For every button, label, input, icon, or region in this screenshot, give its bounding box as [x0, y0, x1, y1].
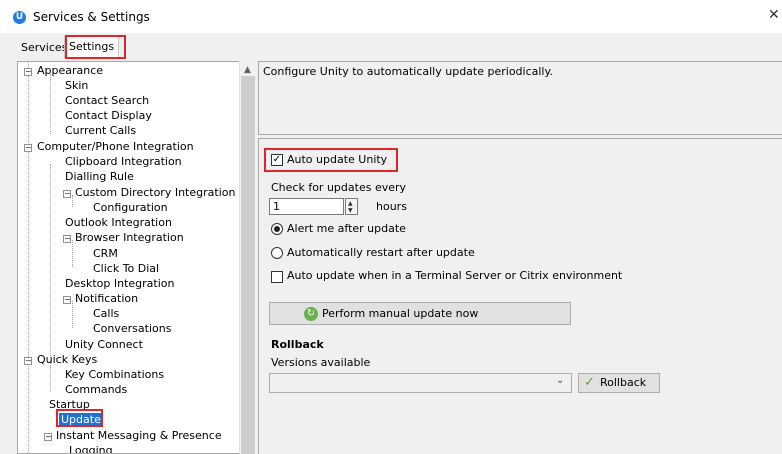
description-text: Configure Unity to automatically update … — [263, 65, 553, 78]
tree-item-conversations[interactable]: Conversations — [93, 322, 171, 336]
collapse-toggle-icon[interactable]: − — [44, 433, 52, 441]
terminal-checkbox[interactable] — [271, 271, 283, 283]
interval-stepper[interactable]: ▲ ▼ — [345, 198, 358, 215]
versions-label: Versions available — [271, 356, 371, 369]
tree-item-current-calls[interactable]: Current Calls — [65, 124, 136, 138]
tree-item-skin[interactable]: Skin — [65, 79, 88, 93]
scroll-up-icon[interactable]: ▲ — [244, 65, 251, 75]
tab-strip: Services Settings — [0, 33, 782, 60]
refresh-icon: ↻ — [304, 307, 318, 321]
tree-item-startup[interactable]: Startup — [49, 398, 90, 412]
stepper-up-icon[interactable]: ▲ — [348, 200, 353, 207]
title-bar: U Services & Settings ✕ — [0, 0, 782, 33]
tree-item-commands[interactable]: Commands — [65, 383, 127, 397]
tree-item-configuration[interactable]: Configuration — [93, 201, 168, 215]
tree-item-desktop-integration[interactable]: Desktop Integration — [65, 277, 174, 291]
close-button[interactable]: ✕ — [768, 7, 780, 23]
settings-tree: − Appearance Skin Contact Search Contact… — [17, 61, 256, 454]
tree-item-browser-integration[interactable]: Browser Integration — [75, 231, 184, 245]
tree-connector — [28, 62, 29, 453]
collapse-toggle-icon[interactable]: − — [24, 357, 32, 365]
chevron-down-icon[interactable]: ⌄ — [556, 375, 564, 386]
tree-connector — [72, 240, 73, 267]
tree-item-key-combinations[interactable]: Key Combinations — [65, 368, 164, 382]
terminal-label: Auto update when in a Terminal Server or… — [287, 269, 623, 282]
tree-item-click-to-dial[interactable]: Click To Dial — [93, 262, 159, 276]
tree-item-dialling-rule[interactable]: Dialling Rule — [65, 170, 134, 184]
tree-item-calls[interactable]: Calls — [93, 307, 119, 321]
tree-item-clipboard-integration[interactable]: Clipboard Integration — [65, 155, 182, 169]
tree-connector — [50, 74, 51, 134]
auto-update-label: Auto update Unity — [287, 153, 388, 166]
tab-settings[interactable]: Settings — [64, 36, 120, 59]
manual-update-label: Perform manual update now — [322, 307, 479, 320]
unity-logo-icon: U — [13, 11, 26, 24]
scroll-thumb[interactable] — [241, 76, 255, 454]
tree-item-computer-phone-integration[interactable]: Computer/Phone Integration — [37, 140, 194, 154]
rollback-heading: Rollback — [271, 338, 324, 351]
tree-item-update[interactable]: Update — [59, 413, 103, 427]
alert-label: Alert me after update — [287, 222, 406, 235]
versions-select[interactable] — [269, 373, 572, 393]
interval-input[interactable]: 1 — [269, 198, 344, 215]
tree-item-custom-directory-integration[interactable]: Custom Directory Integration — [75, 186, 235, 200]
collapse-toggle-icon[interactable]: − — [63, 235, 71, 243]
tree-item-logging[interactable]: Logging — [69, 444, 113, 453]
interval-unit-label: hours — [376, 200, 407, 213]
check-icon: ✓ — [584, 375, 595, 390]
check-interval-label: Check for updates every — [271, 181, 407, 194]
rollback-button-label: Rollback — [600, 376, 647, 389]
auto-update-checkbox[interactable]: ✓ — [271, 154, 283, 166]
stepper-down-icon[interactable]: ▼ — [348, 207, 353, 214]
description-pane: Configure Unity to automatically update … — [258, 61, 782, 135]
tree-item-unity-connect[interactable]: Unity Connect — [65, 338, 143, 352]
collapse-toggle-icon[interactable]: − — [63, 190, 71, 198]
tree-item-crm[interactable]: CRM — [93, 247, 118, 261]
restart-radio[interactable] — [271, 247, 283, 259]
tree-connector — [72, 195, 73, 207]
tree-connector — [50, 164, 51, 356]
tree-item-outlook-integration[interactable]: Outlook Integration — [65, 216, 172, 230]
tree-item-contact-display[interactable]: Contact Display — [65, 109, 152, 123]
tree-item-instant-messaging-presence[interactable]: Instant Messaging & Presence — [56, 429, 222, 443]
window-title: Services & Settings — [33, 10, 150, 24]
tree-item-quick-keys[interactable]: Quick Keys — [37, 353, 97, 367]
collapse-toggle-icon[interactable]: − — [63, 296, 71, 304]
tree-item-notification[interactable]: Notification — [75, 292, 138, 306]
tree-connector — [72, 301, 73, 328]
tree-item-appearance[interactable]: Appearance — [37, 64, 103, 78]
tree-scrollbar[interactable]: ▲ — [239, 61, 256, 454]
restart-label: Automatically restart after update — [287, 246, 475, 259]
tree-item-contact-search[interactable]: Contact Search — [65, 94, 149, 108]
collapse-toggle-icon[interactable]: − — [24, 68, 32, 76]
alert-radio[interactable] — [271, 223, 283, 235]
collapse-toggle-icon[interactable]: − — [24, 144, 32, 152]
